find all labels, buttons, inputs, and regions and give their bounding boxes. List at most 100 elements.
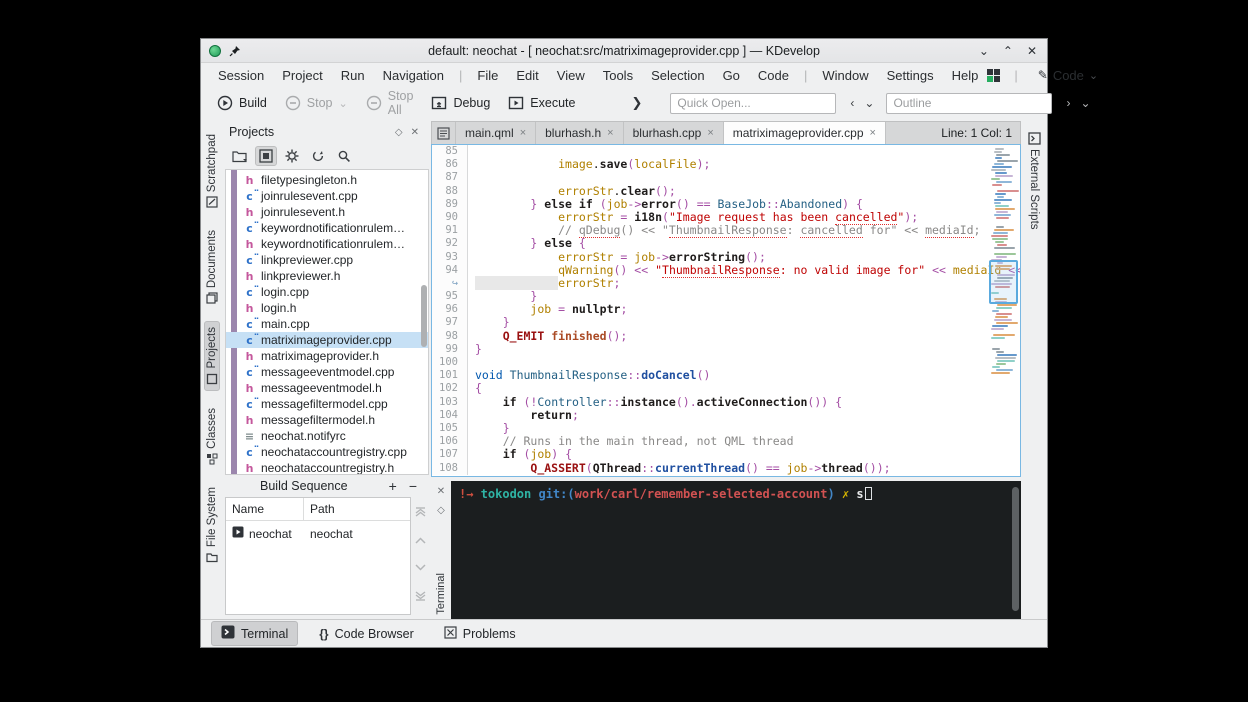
minimize-button[interactable]: ⌄ [979,45,989,57]
menu-navigation[interactable]: Navigation [374,66,453,85]
dock-tab-classes[interactable]: Classes [205,403,219,470]
filter-project-icon[interactable] [333,146,355,166]
close-panel-icon[interactable]: ✕ [407,127,423,138]
nav-back-chevron[interactable]: ⌄ [860,94,878,112]
tree-item[interactable]: hneochataccountregistry.h [226,460,428,475]
menu-tools[interactable]: Tools [594,66,642,85]
tree-item[interactable]: c··keywordnotificationrulem… [226,220,428,236]
toolbar-overflow-chevron[interactable]: ❯ [631,95,642,111]
add-to-build-sequence-button[interactable]: + [383,478,403,494]
nav-forward-button[interactable]: › [1062,94,1074,112]
terminal-scrollbar[interactable] [1012,487,1019,611]
build-sequence-row[interactable]: neochatneochat [226,521,410,546]
close-tab-icon[interactable]: × [520,127,526,139]
tab-blurhash-h[interactable]: blurhash.h× [536,122,623,144]
line-number: 107 [432,448,468,461]
tree-item[interactable]: c··login.cpp [226,284,428,300]
build-button[interactable]: Build [209,91,275,115]
menu-selection[interactable]: Selection [642,66,713,85]
h-file-icon: h [243,415,256,426]
area-switcher-icon[interactable] [987,69,1000,82]
statusbar-terminal[interactable]: Terminal [211,621,298,646]
menu-view[interactable]: View [548,66,594,85]
minimap[interactable] [991,148,1017,388]
titlebar[interactable]: default: neochat - [ neochat:src/matrixi… [201,39,1047,63]
statusbar-problems[interactable]: Problems [435,623,525,645]
dock-tab-documents[interactable]: Documents [205,225,219,309]
move-up-icon[interactable] [415,537,426,544]
document-switcher-icon[interactable] [432,122,456,144]
line-number: 87 [432,171,468,184]
chevron-down-icon: ⌄ [339,97,348,110]
execute-button[interactable]: Execute [500,91,583,115]
dock-tab-external-scripts[interactable]: External Scripts [1027,127,1042,235]
dock-tab-label: External Scripts [1028,149,1040,230]
move-top-icon[interactable] [415,507,426,517]
menu-session[interactable]: Session [209,66,273,85]
move-down-icon[interactable] [415,564,426,571]
terminal-strip-label: Terminal [435,573,447,615]
menubar-separator: | [798,68,813,83]
perspective-selector[interactable]: ✎ Code ⌄ [1032,66,1104,85]
menu-run[interactable]: Run [332,66,374,85]
move-bottom-icon[interactable] [415,591,426,601]
build-settings-icon[interactable] [281,146,303,166]
maximize-button[interactable]: ⌃ [1003,45,1013,57]
remove-from-build-sequence-button[interactable]: − [403,478,423,494]
column-header-path[interactable]: Path [304,498,341,520]
menu-file[interactable]: File [468,66,507,85]
stop-button[interactable]: Stop⌄ [277,91,356,115]
tree-item[interactable]: c··joinrulesevent.cpp [226,188,428,204]
dock-tab-scratchpad[interactable]: Scratchpad [205,129,219,213]
tree-item[interactable]: c··messagefiltermodel.cpp [226,396,428,412]
left-dock-strip: Scratchpad Documents Projects Classes File S… [201,119,223,619]
dock-tab-label: Classes [206,408,218,449]
menu-help[interactable]: Help [943,66,988,85]
close-tab-icon[interactable]: × [870,127,876,139]
menu-settings[interactable]: Settings [878,66,943,85]
nav-back-button[interactable]: ‹ [846,94,858,112]
column-header-name[interactable]: Name [226,498,304,520]
project-tree[interactable]: hfiletypesingleton.hc··joinrulesevent.cp… [225,169,429,475]
menu-code[interactable]: Code [749,66,798,85]
tab-main-qml[interactable]: main.qml× [456,122,536,144]
h-file-icon: h [243,239,256,250]
tree-item[interactable]: c··linkpreviewer.cpp [226,252,428,268]
tree-item[interactable]: hmessagefiltermodel.h [226,412,428,428]
code-editor[interactable]: 8586 image.save(localFile);8788 errorStr… [431,144,1021,477]
open-project-button[interactable] [229,146,251,166]
tree-item[interactable]: c··messageeventmodel.cpp [226,364,428,380]
tab-label: matriximageprovider.cpp [733,126,864,140]
tree-item[interactable]: c··matriximageprovider.cpp [226,332,428,348]
close-tab-icon[interactable]: × [707,127,713,139]
detach-terminal-icon[interactable]: ◇ [437,505,445,516]
tab-matriximageprovider-cpp[interactable]: matriximageprovider.cpp × [724,122,886,144]
minimap-viewport[interactable] [989,260,1018,304]
build-sequence-table[interactable]: Name Path neochatneochat [225,497,411,615]
statusbar-code-browser[interactable]: {}Code Browser [310,624,423,644]
terminal-view[interactable]: !→ tokodon git:(work/carl/remember-selec… [451,481,1021,619]
nav-forward-chevron[interactable]: ⌄ [1076,94,1094,112]
close-button[interactable]: ✕ [1027,45,1037,57]
quick-open-input[interactable] [670,93,836,114]
dock-tab-file-system[interactable]: File System [205,482,219,568]
stop-all-icon [366,95,382,111]
debug-button[interactable]: Debug [423,91,498,115]
tab-blurhash-cpp[interactable]: blurhash.cpp× [624,122,724,144]
outline-input[interactable] [886,93,1052,114]
close-tab-icon[interactable]: × [607,127,613,139]
menu-edit[interactable]: Edit [507,66,547,85]
float-panel-icon[interactable]: ◇ [391,127,407,138]
show-targets-button[interactable] [255,146,277,166]
stop-all-button[interactable]: Stop All [358,85,422,121]
line-number: 103 [432,396,468,409]
menu-window[interactable]: Window [813,66,877,85]
dock-tab-projects[interactable]: Projects [204,321,220,391]
tree-item[interactable]: c··neochataccountregistry.cpp [226,444,428,460]
close-terminal-icon[interactable]: ✕ [437,486,445,497]
menubar-separator: | [453,68,468,83]
menu-project[interactable]: Project [273,66,331,85]
tree-scrollbar[interactable] [421,285,427,347]
reload-project-icon[interactable] [307,146,329,166]
menu-go[interactable]: Go [714,66,749,85]
